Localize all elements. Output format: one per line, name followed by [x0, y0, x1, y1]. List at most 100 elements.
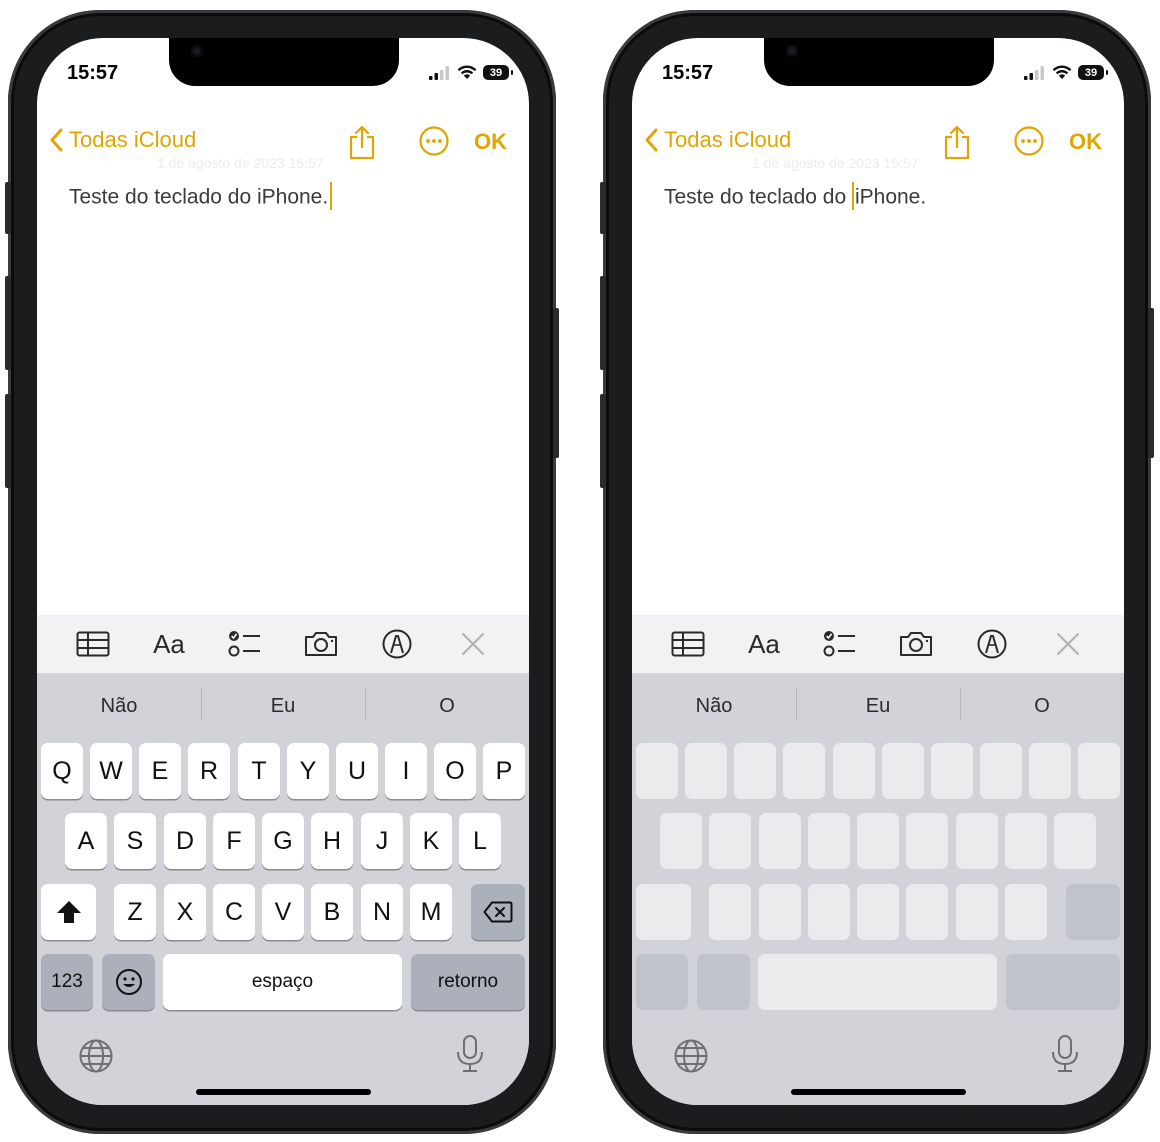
suggestion-item[interactable]: Não	[632, 695, 796, 718]
key-l[interactable]: L	[459, 813, 501, 869]
key-i[interactable]: I	[385, 743, 427, 799]
text-format-button[interactable]: Aa	[742, 622, 786, 666]
markup-button[interactable]	[970, 622, 1014, 666]
text-cursor	[330, 182, 333, 210]
key-m[interactable]: M	[410, 884, 452, 940]
status-time: 15:57	[662, 62, 714, 84]
suggestion-item[interactable]: Não	[37, 695, 201, 718]
formatting-toolbar: Aa	[632, 615, 1124, 673]
key-j[interactable]: J	[361, 813, 403, 869]
key-a[interactable]: A	[65, 813, 107, 869]
key-t[interactable]: T	[238, 743, 280, 799]
camera-button[interactable]	[299, 622, 343, 666]
suggestion-item[interactable]: O	[365, 686, 529, 721]
home-indicator[interactable]	[196, 1089, 371, 1095]
key-w[interactable]: W	[90, 743, 132, 799]
key-k[interactable]: K	[410, 813, 452, 869]
ok-button[interactable]: OK	[1069, 129, 1102, 155]
markup-icon	[977, 629, 1007, 659]
more-button[interactable]	[1013, 125, 1045, 162]
formatting-toolbar: Aa	[37, 615, 529, 673]
key-row-4	[632, 954, 1124, 1010]
back-button[interactable]: Todas iCloud	[49, 127, 196, 153]
note-body[interactable]: Teste do teclado do iPhone.	[664, 182, 926, 212]
screen: 15:57 39 Todas iCloud OK 1 de agosto de …	[37, 38, 529, 1105]
table-button[interactable]	[666, 622, 710, 666]
key-v[interactable]: V	[262, 884, 304, 940]
camera-icon	[900, 632, 932, 656]
more-button[interactable]	[418, 125, 450, 162]
front-camera	[786, 45, 798, 57]
mic-icon[interactable]	[1050, 1034, 1080, 1074]
key-blank	[808, 813, 850, 869]
battery-icon: 39	[483, 65, 513, 80]
markup-icon	[382, 629, 412, 659]
return-key[interactable]: retorno	[411, 954, 525, 1010]
key-blank	[783, 743, 825, 799]
key-u[interactable]: U	[336, 743, 378, 799]
table-icon	[671, 631, 705, 657]
key-o[interactable]: O	[434, 743, 476, 799]
globe-icon[interactable]	[78, 1038, 114, 1074]
keyboard: Não Eu O Q W E R T Y U I O P A S D F G H…	[37, 673, 529, 1105]
keyboard-trackpad-mode[interactable]: Não Eu O	[632, 673, 1124, 1105]
camera-button[interactable]	[894, 622, 938, 666]
key-d[interactable]: D	[164, 813, 206, 869]
back-button[interactable]: Todas iCloud	[644, 127, 791, 153]
volume-up-button	[600, 276, 606, 370]
key-blank	[906, 813, 948, 869]
key-z[interactable]: Z	[114, 884, 156, 940]
table-button[interactable]	[71, 622, 115, 666]
table-icon	[76, 631, 110, 657]
front-camera	[191, 45, 203, 57]
markup-button[interactable]	[375, 622, 419, 666]
checklist-button[interactable]	[223, 622, 267, 666]
close-toolbar-button[interactable]	[1046, 622, 1090, 666]
text-cursor	[851, 182, 854, 210]
key-blank	[1005, 884, 1047, 940]
shift-key[interactable]	[41, 884, 96, 940]
key-f[interactable]: F	[213, 813, 255, 869]
share-button[interactable]	[942, 124, 972, 165]
mic-icon[interactable]	[455, 1034, 485, 1074]
note-text-before-cursor: Teste do teclado do	[664, 185, 852, 209]
home-indicator[interactable]	[791, 1089, 966, 1095]
key-c[interactable]: C	[213, 884, 255, 940]
numbers-key[interactable]: 123	[41, 954, 93, 1010]
share-button[interactable]	[347, 124, 377, 165]
key-y[interactable]: Y	[287, 743, 329, 799]
suggestion-item[interactable]: Eu	[201, 686, 365, 721]
keyboard-bottom-bar	[37, 1035, 529, 1088]
key-n[interactable]: N	[361, 884, 403, 940]
emoji-key[interactable]	[102, 954, 155, 1010]
suggestion-item[interactable]: Eu	[796, 686, 960, 721]
key-g[interactable]: G	[262, 813, 304, 869]
key-h[interactable]: H	[311, 813, 353, 869]
checklist-button[interactable]	[818, 622, 862, 666]
key-row-1	[632, 743, 1124, 799]
back-label: Todas iCloud	[664, 127, 792, 152]
key-x[interactable]: X	[164, 884, 206, 940]
text-format-button[interactable]: Aa	[147, 622, 191, 666]
key-s[interactable]: S	[114, 813, 156, 869]
key-e[interactable]: E	[139, 743, 181, 799]
notch	[169, 38, 399, 86]
note-body[interactable]: Teste do teclado do iPhone.	[69, 182, 333, 212]
key-r[interactable]: R	[188, 743, 230, 799]
delete-key[interactable]	[471, 884, 525, 940]
ok-button[interactable]: OK	[474, 129, 507, 155]
share-icon	[349, 125, 375, 160]
key-p[interactable]: P	[483, 743, 525, 799]
close-toolbar-button[interactable]	[451, 622, 495, 666]
key-blank	[1006, 954, 1120, 1010]
action-button	[5, 182, 11, 234]
share-icon	[944, 125, 970, 160]
status-icons: 39	[1024, 65, 1108, 80]
key-b[interactable]: B	[311, 884, 353, 940]
wifi-icon	[1052, 65, 1072, 79]
suggestion-item[interactable]: O	[960, 686, 1124, 721]
space-key[interactable]: espaço	[163, 954, 402, 1010]
globe-icon[interactable]	[673, 1038, 709, 1074]
key-q[interactable]: Q	[41, 743, 83, 799]
key-blank	[906, 884, 948, 940]
